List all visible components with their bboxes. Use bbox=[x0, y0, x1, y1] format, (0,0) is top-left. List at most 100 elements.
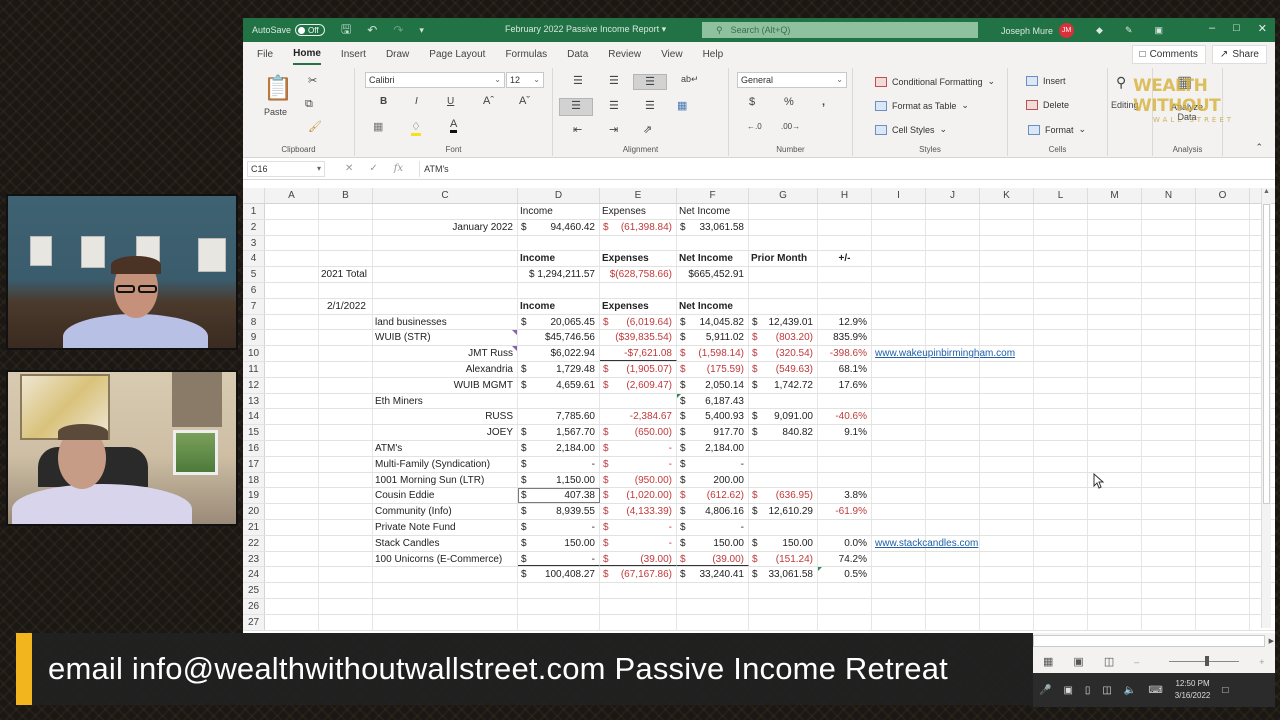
cell-J15[interactable] bbox=[926, 425, 980, 440]
row-header[interactable]: 19 bbox=[243, 488, 265, 504]
cell-B4[interactable] bbox=[319, 251, 373, 267]
cell-C18[interactable]: 1001 Morning Sun (LTR) bbox=[373, 472, 518, 488]
cell-L10[interactable] bbox=[1034, 346, 1088, 361]
cell-M2[interactable] bbox=[1088, 219, 1142, 235]
cell-F12[interactable]: $2,050.14 bbox=[677, 377, 749, 393]
cell-F5[interactable]: $665,452.91 bbox=[677, 267, 749, 282]
tab-page-layout[interactable]: Page Layout bbox=[429, 45, 485, 64]
cell-J14[interactable] bbox=[926, 409, 980, 425]
cell-E14[interactable]: -2,384.67 bbox=[600, 409, 677, 425]
cell-L2[interactable] bbox=[1034, 219, 1088, 235]
cell-K6[interactable] bbox=[980, 282, 1034, 298]
cell-I14[interactable] bbox=[872, 409, 926, 425]
cell-A21[interactable] bbox=[265, 519, 319, 535]
cell-J18[interactable] bbox=[926, 472, 980, 488]
cell-D22[interactable]: $150.00 bbox=[518, 535, 600, 551]
cell-A19[interactable] bbox=[265, 488, 319, 504]
cell-K8[interactable] bbox=[980, 314, 1034, 330]
cell-I15[interactable] bbox=[872, 425, 926, 440]
cell-L8[interactable] bbox=[1034, 314, 1088, 330]
cell-E2[interactable]: $ (61,398.84) bbox=[600, 219, 677, 235]
cell-G21[interactable] bbox=[749, 519, 818, 535]
cell-N18[interactable] bbox=[1142, 472, 1196, 488]
cell-O6[interactable] bbox=[1196, 282, 1250, 298]
cell-H23[interactable]: 74.2% bbox=[818, 551, 872, 567]
cell-L26[interactable] bbox=[1034, 598, 1088, 614]
cell-A27[interactable] bbox=[265, 614, 319, 630]
cell-N9[interactable] bbox=[1142, 330, 1196, 346]
cell-B14[interactable] bbox=[319, 409, 373, 425]
cell-D5[interactable]: $ 1,294,211.57 bbox=[518, 267, 600, 282]
cell-C11[interactable]: Alexandria bbox=[373, 361, 518, 377]
cell-O16[interactable] bbox=[1196, 440, 1250, 456]
cell-O24[interactable] bbox=[1196, 567, 1250, 583]
cell-D1[interactable]: Income bbox=[518, 204, 600, 219]
cell-H2[interactable] bbox=[818, 219, 872, 235]
cell-D18[interactable]: $1,150.00 bbox=[518, 472, 600, 488]
cell-J22[interactable] bbox=[926, 535, 980, 551]
cell-K21[interactable] bbox=[980, 519, 1034, 535]
cell-H5[interactable] bbox=[818, 267, 872, 282]
cell-M6[interactable] bbox=[1088, 282, 1142, 298]
comma-style-icon[interactable]: , bbox=[822, 96, 825, 108]
scroll-right-icon[interactable]: ▶ bbox=[1269, 637, 1274, 645]
cell-M22[interactable] bbox=[1088, 535, 1142, 551]
cell-A4[interactable] bbox=[265, 251, 319, 267]
cell-H3[interactable] bbox=[818, 235, 872, 251]
cell-G11[interactable]: $ (549.63) bbox=[749, 361, 818, 377]
cell-L20[interactable] bbox=[1034, 504, 1088, 519]
cell-I19[interactable] bbox=[872, 488, 926, 504]
cell-H24[interactable]: 0.5% bbox=[818, 567, 872, 583]
cell-K20[interactable] bbox=[980, 504, 1034, 519]
tab-formulas[interactable]: Formulas bbox=[505, 45, 547, 64]
cell-D4[interactable]: Income bbox=[518, 251, 600, 267]
cell-D9[interactable]: $45,746.56 bbox=[518, 330, 600, 346]
cell-O26[interactable] bbox=[1196, 598, 1250, 614]
cell-D25[interactable] bbox=[518, 583, 600, 598]
cell-D10[interactable]: $6,022.94 bbox=[518, 346, 600, 361]
undo-icon[interactable]: ↶ bbox=[367, 23, 377, 37]
cell-E13[interactable] bbox=[600, 393, 677, 409]
cell-C6[interactable] bbox=[373, 282, 518, 298]
network-icon[interactable]: ◫ bbox=[1102, 685, 1111, 696]
screen-capture-icon[interactable]: ▣ bbox=[1063, 685, 1072, 696]
cell-M7[interactable] bbox=[1088, 298, 1142, 314]
cell-I17[interactable] bbox=[872, 456, 926, 472]
tab-view[interactable]: View bbox=[661, 45, 683, 64]
cell-N27[interactable] bbox=[1142, 614, 1196, 630]
document-title[interactable]: February 2022 Passive Income Report ▾ bbox=[505, 24, 666, 35]
cell-O21[interactable] bbox=[1196, 519, 1250, 535]
cell-G14[interactable]: $9,091.00 bbox=[749, 409, 818, 425]
font-color-icon[interactable]: A bbox=[450, 119, 458, 133]
cell-F1[interactable]: Net Income bbox=[677, 204, 749, 219]
cell-I11[interactable] bbox=[872, 361, 926, 377]
cell-M10[interactable] bbox=[1088, 346, 1142, 361]
cell-E27[interactable] bbox=[600, 614, 677, 630]
cell-G6[interactable] bbox=[749, 282, 818, 298]
cell-F20[interactable]: $4,806.16 bbox=[677, 504, 749, 519]
column-header[interactable]: K bbox=[980, 188, 1034, 203]
cell-G7[interactable] bbox=[749, 298, 818, 314]
cell-O11[interactable] bbox=[1196, 361, 1250, 377]
column-header[interactable]: A bbox=[265, 188, 319, 203]
cell-O4[interactable] bbox=[1196, 251, 1250, 267]
cell-B21[interactable] bbox=[319, 519, 373, 535]
cell-J25[interactable] bbox=[926, 583, 980, 598]
cell-B3[interactable] bbox=[319, 235, 373, 251]
cell-F14[interactable]: $5,400.93 bbox=[677, 409, 749, 425]
row-header[interactable]: 24 bbox=[243, 567, 265, 583]
cell-L21[interactable] bbox=[1034, 519, 1088, 535]
decrease-indent-icon[interactable]: ⇤ bbox=[573, 123, 582, 136]
cell-G26[interactable] bbox=[749, 598, 818, 614]
zoom-slider[interactable] bbox=[1169, 656, 1240, 666]
cell-O12[interactable] bbox=[1196, 377, 1250, 393]
cell-B18[interactable] bbox=[319, 472, 373, 488]
avatar[interactable]: JM bbox=[1059, 23, 1075, 38]
page-break-view-icon[interactable]: ◫ bbox=[1104, 655, 1114, 668]
cell-L18[interactable] bbox=[1034, 472, 1088, 488]
collapse-ribbon-icon[interactable]: ⌃ bbox=[1255, 142, 1263, 153]
decrease-font-icon[interactable]: Aˇ bbox=[519, 95, 530, 107]
cell-C2[interactable]: January 2022 bbox=[373, 219, 518, 235]
cell-L11[interactable] bbox=[1034, 361, 1088, 377]
cell-D19[interactable]: $407.38 bbox=[518, 488, 600, 504]
